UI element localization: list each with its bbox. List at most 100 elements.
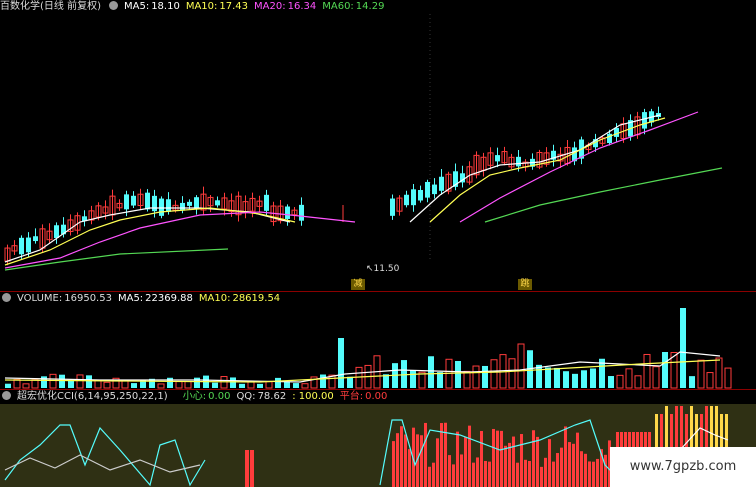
indicator-bar: [508, 442, 511, 487]
price-candle: [439, 176, 444, 191]
indicator-bar: [476, 457, 479, 487]
price-candle: [411, 189, 416, 206]
volume-bar: [706, 372, 714, 389]
volume-bar: [347, 376, 353, 388]
price-candle: [180, 202, 185, 211]
indicator-bar: [556, 453, 559, 487]
price-candle: [152, 195, 157, 212]
price-candle: [390, 198, 395, 216]
price-candle: [131, 195, 136, 206]
volume-bar: [581, 370, 587, 388]
price-candle: [187, 201, 192, 206]
xx-value: 0.00: [208, 391, 231, 402]
price-candle: [124, 194, 129, 210]
indicator-bar: [436, 438, 439, 487]
volume-bar: [490, 359, 498, 389]
volume-bar: [472, 365, 480, 389]
volume-bar: [301, 383, 309, 389]
third-value: : 100.00: [292, 391, 334, 402]
low-price-value: 11.50: [373, 264, 400, 274]
indicator-bar: [496, 430, 499, 487]
volume-bar: [652, 366, 660, 389]
volume-bar: [76, 374, 84, 389]
volume-bar: [608, 376, 614, 388]
indicator-bar: [544, 457, 547, 487]
price-candle: [33, 236, 38, 242]
price-candle: [159, 198, 164, 216]
volume-bar: [103, 381, 111, 389]
volume-bar: [482, 365, 488, 388]
indicator-bar: [564, 426, 567, 487]
volume-bar: [554, 367, 560, 388]
ma10-line: [4, 207, 296, 266]
indicator-bar: [488, 461, 491, 487]
price-candle: [19, 237, 24, 255]
indicator-bar: [596, 458, 599, 487]
volume-bar: [338, 338, 344, 388]
price-panel: 百数化学(日线 前复权) MA5: 18.10 MA10: 17.43 MA20: 16.3…: [0, 0, 756, 290]
volume-bar: [662, 352, 668, 388]
indicator-bar: [532, 430, 535, 487]
price-candle: [166, 199, 171, 212]
qq-value: 78.62: [257, 391, 287, 402]
watermark: www.7gpzb.com: [610, 447, 756, 487]
volume-bar: [13, 379, 21, 389]
price-candle: [404, 194, 409, 206]
volume-bar: [697, 359, 705, 389]
volume-panel: VOLUME: 16950.53 MA5: 22369.88 MA10: 28619.54: [0, 292, 756, 389]
volume-bar: [616, 374, 624, 389]
volume-bar: [257, 383, 263, 388]
volume-bar: [230, 377, 236, 388]
qq-label: QQ:: [236, 391, 256, 402]
volume-bar: [563, 371, 569, 388]
volume-bar: [643, 353, 651, 389]
price-candle: [642, 112, 647, 129]
indicator-settings-dot-icon[interactable]: [2, 391, 11, 400]
volume-bar: [293, 383, 299, 388]
volume-bar: [175, 381, 183, 389]
indicator-bar: [500, 430, 503, 487]
volume-bar: [680, 308, 686, 388]
indicator-bar: [540, 466, 543, 487]
price-candle: [432, 184, 437, 195]
indicator-bar: [464, 437, 467, 487]
indicator-bar: [404, 434, 407, 487]
volume-bar: [634, 375, 642, 389]
volume-chart[interactable]: [0, 292, 756, 389]
indicator-bar: [468, 425, 471, 487]
indicator-bar: [456, 431, 459, 487]
price-candle: [516, 156, 521, 167]
price-candle: [26, 237, 31, 253]
marker-reduce: 减: [351, 279, 365, 290]
indicator-bar: [580, 451, 583, 487]
volume-bar: [184, 381, 192, 389]
volume-bar: [194, 377, 200, 388]
xx-label: 小心:: [182, 391, 207, 402]
indicator-bar: [516, 462, 519, 487]
indicator-bar: [408, 449, 411, 487]
indicator-bar: [552, 461, 555, 487]
volume-bar: [131, 383, 137, 388]
indicator-bar: [524, 459, 527, 487]
indicator-bar: [448, 455, 451, 487]
indicator-bar: [504, 445, 507, 487]
volume-bar: [86, 375, 92, 388]
indicator-bar: [250, 450, 254, 487]
indicator-bar: [572, 443, 575, 487]
indicator-bar: [428, 466, 431, 487]
candlestick-chart[interactable]: [0, 0, 756, 290]
price-candle: [299, 204, 304, 221]
indicator-bar: [548, 439, 551, 487]
volume-bar: [625, 368, 633, 389]
volume-bar: [212, 382, 218, 388]
ma60-line-right: [484, 167, 723, 223]
price-candle: [614, 127, 619, 137]
price-candle: [54, 225, 59, 239]
indicator-bar: [396, 433, 399, 487]
indicator-bar: [400, 426, 403, 487]
indicator-header: 超宏优化CCI(6,14,95,250,22,1) 小心: 0.00 QQ: 78.6…: [0, 390, 393, 404]
volume-bar: [5, 383, 11, 388]
volume-bar: [121, 380, 129, 389]
pt-label: 平台:: [339, 391, 364, 402]
indicator-bar: [604, 454, 607, 487]
